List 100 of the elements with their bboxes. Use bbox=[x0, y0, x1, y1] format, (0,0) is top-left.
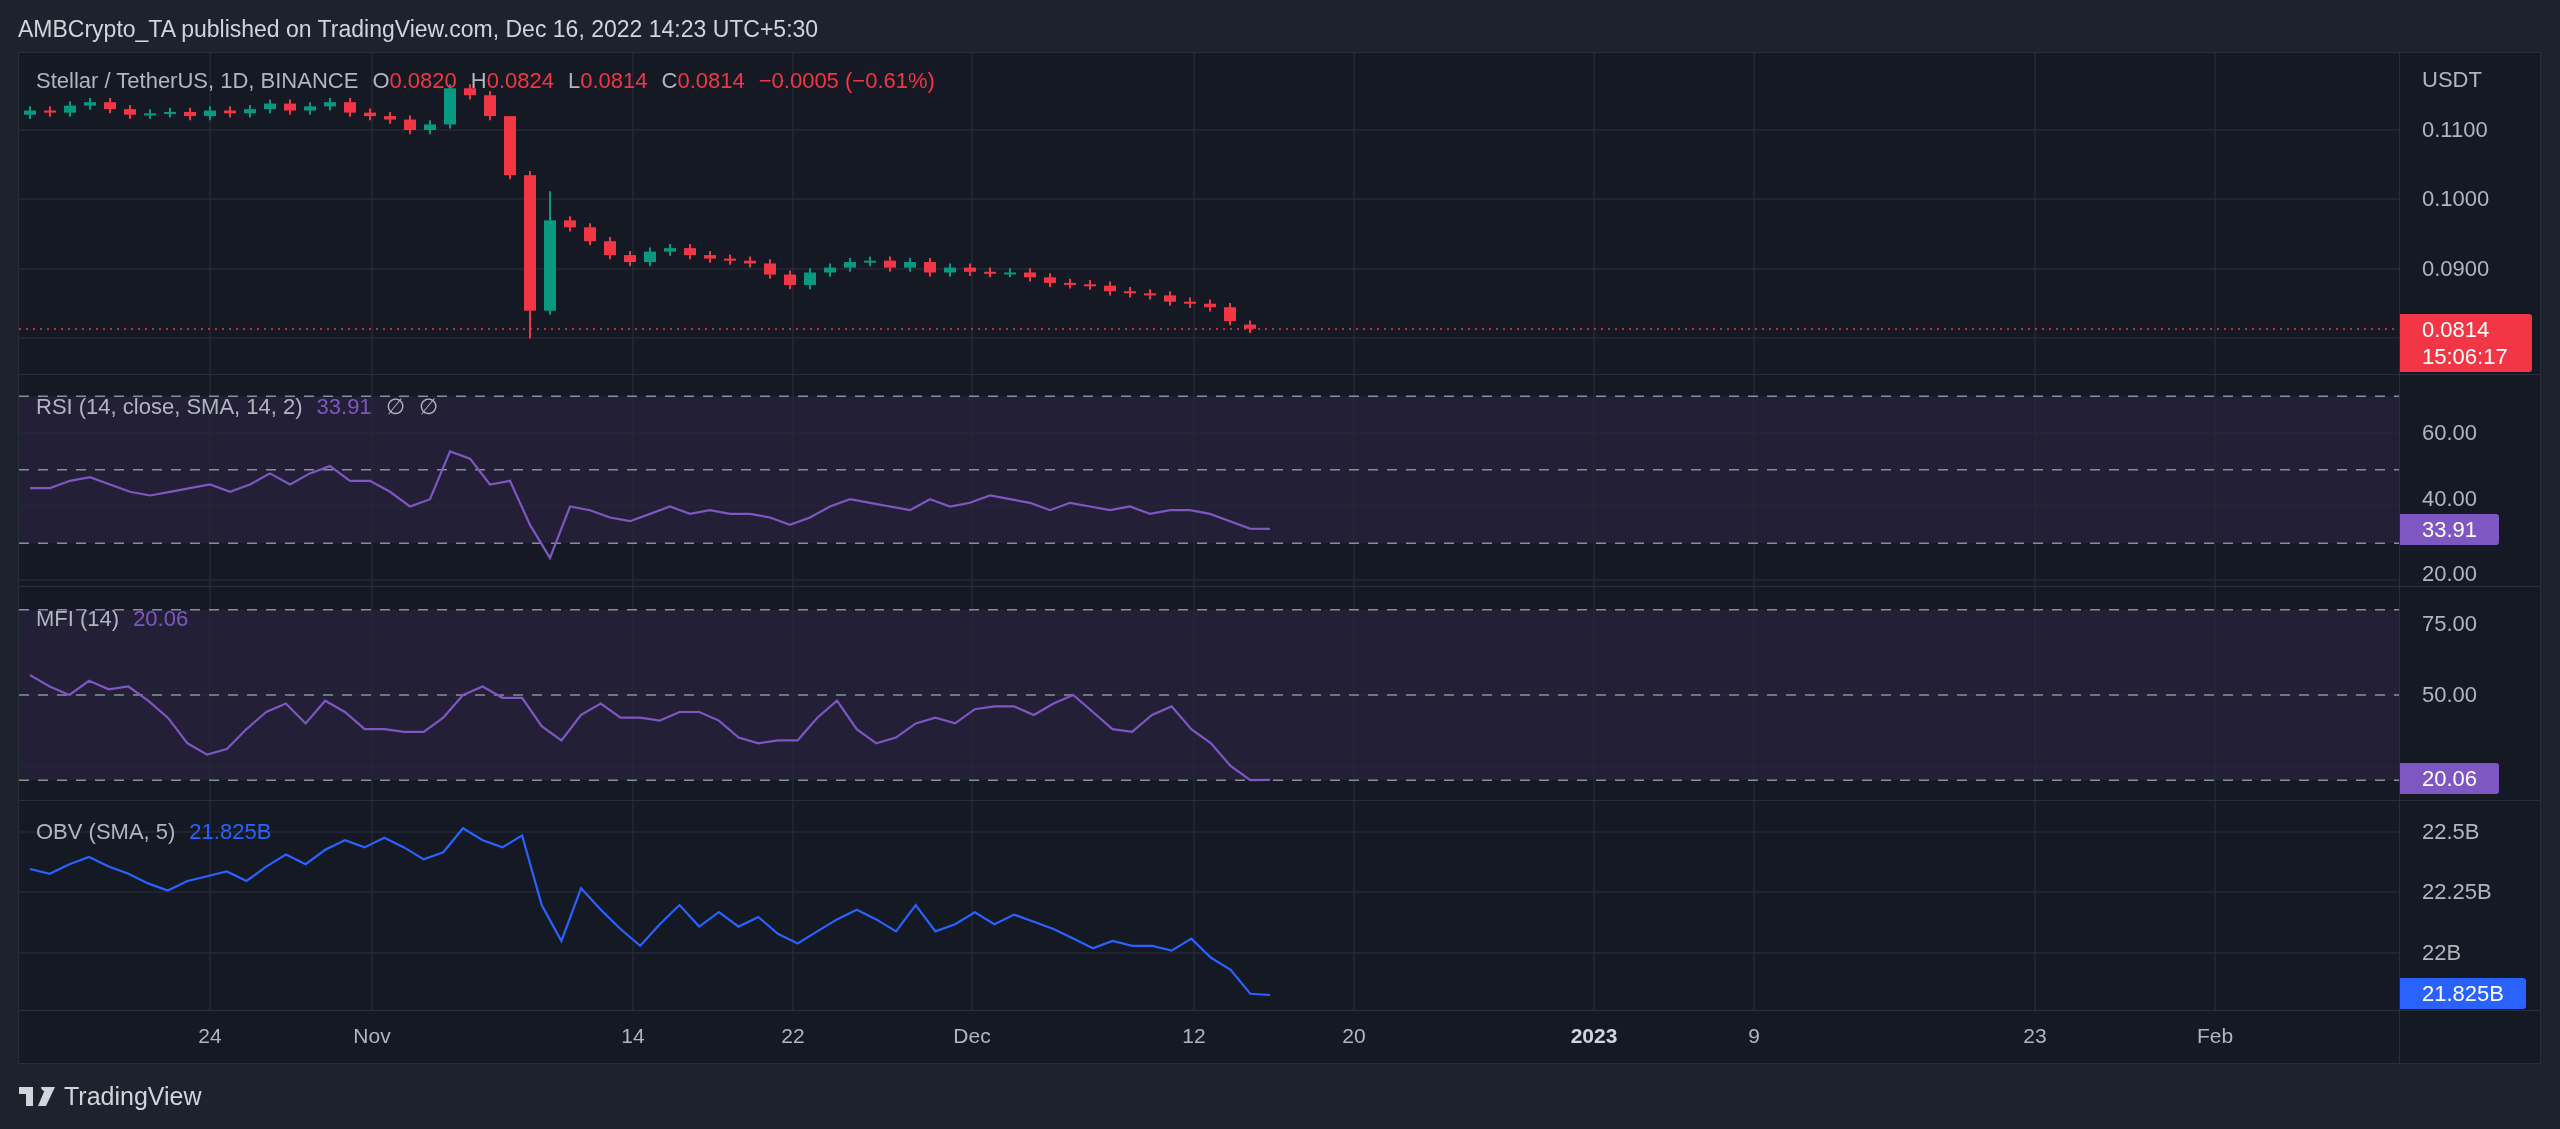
candlestick bbox=[1184, 296, 1196, 309]
indicator-value: 33.91 bbox=[316, 393, 372, 421]
candlestick bbox=[744, 255, 756, 269]
tradingview-logo-icon bbox=[19, 1086, 55, 1106]
indicator-value: ∅ bbox=[418, 393, 438, 421]
candlestick bbox=[844, 256, 856, 273]
candlestick bbox=[664, 243, 676, 257]
candlestick bbox=[224, 105, 236, 119]
indicator-title: RSI (14, close, SMA, 14, 2) bbox=[36, 393, 303, 421]
candlestick bbox=[564, 215, 576, 233]
candlestick bbox=[1084, 279, 1096, 291]
candlestick bbox=[964, 262, 976, 277]
time-label: 20 bbox=[1342, 1023, 1366, 1049]
time-label: 24 bbox=[198, 1023, 222, 1049]
candlestick bbox=[1004, 267, 1016, 279]
candlestick bbox=[704, 249, 716, 264]
time-label: Nov bbox=[353, 1023, 391, 1049]
candlestick bbox=[1104, 280, 1116, 297]
axis-label: 22.25B bbox=[2422, 879, 2492, 905]
axis-label: 40.00 bbox=[2422, 486, 2478, 512]
candlestick bbox=[184, 106, 196, 122]
candlestick bbox=[504, 116, 516, 181]
candlestick bbox=[44, 105, 56, 118]
candlestick bbox=[404, 114, 416, 136]
axis-label: 0.1000 bbox=[2422, 186, 2490, 212]
ohlc-value: 0.0824 bbox=[486, 67, 554, 95]
candlestick bbox=[424, 119, 436, 136]
price-change: −0.0005 (−0.61%) bbox=[758, 67, 935, 95]
time-label: 9 bbox=[1748, 1023, 1760, 1049]
ohlc-label: H bbox=[470, 67, 487, 95]
candlestick bbox=[864, 255, 876, 268]
value-tag: 33.91 bbox=[2400, 514, 2500, 545]
time-label: 14 bbox=[621, 1023, 645, 1049]
candlestick bbox=[104, 97, 116, 115]
time-label: Dec bbox=[953, 1023, 991, 1049]
candlestick bbox=[204, 105, 216, 122]
indicator-title: OBV (SMA, 5) bbox=[36, 818, 176, 846]
symbol-title: Stellar / TetherUS, 1D, BINANCE bbox=[36, 67, 359, 95]
candlestick bbox=[1124, 286, 1136, 299]
axis-label: 22B bbox=[2422, 940, 2462, 966]
price-tag-value: 0.0814 bbox=[2422, 316, 2491, 343]
candlestick bbox=[784, 269, 796, 291]
candlestick bbox=[364, 107, 376, 122]
candlestick bbox=[284, 98, 296, 116]
candlestick bbox=[84, 97, 96, 111]
indicator-value: 20.06 bbox=[133, 605, 189, 633]
candlestick bbox=[764, 258, 776, 280]
currency-label: USDT bbox=[2422, 67, 2482, 93]
candlestick bbox=[584, 222, 596, 247]
candlestick bbox=[724, 253, 736, 266]
candlestick bbox=[1144, 288, 1156, 301]
publisher-line: AMBCrypto_TA published on TradingView.com, Dec 16, 2022 14:23 UTC+5:30 bbox=[18, 16, 819, 42]
candlestick bbox=[824, 262, 836, 278]
brand-name: TradingView bbox=[64, 1081, 202, 1111]
indicator-title: MFI (14) bbox=[36, 605, 120, 633]
candlestick bbox=[324, 97, 336, 112]
axis-label: 20.00 bbox=[2422, 561, 2478, 586]
ohlc-value: 0.0820 bbox=[389, 67, 457, 95]
time-label: 12 bbox=[1182, 1023, 1206, 1049]
value-tag: 20.06 bbox=[2400, 763, 2500, 794]
candlestick bbox=[684, 243, 696, 261]
candlestick bbox=[984, 266, 996, 279]
candlestick bbox=[1164, 290, 1176, 307]
indicator-value: 21.825B bbox=[189, 818, 272, 846]
axis-label: 0.0900 bbox=[2422, 256, 2490, 282]
time-label: Feb bbox=[2196, 1023, 2234, 1049]
candlestick bbox=[644, 246, 656, 268]
candlestick bbox=[904, 256, 916, 273]
candlestick bbox=[884, 255, 896, 273]
ohlc-value: 0.0814 bbox=[580, 67, 648, 95]
axis-label: 0.1100 bbox=[2422, 117, 2488, 143]
candlestick bbox=[604, 236, 616, 261]
axis-label: 75.00 bbox=[2422, 611, 2478, 637]
candlestick bbox=[484, 90, 496, 122]
candlestick bbox=[144, 108, 156, 120]
candlestick bbox=[304, 101, 316, 116]
candlestick bbox=[1064, 277, 1076, 290]
countdown-timer: 15:06:17 bbox=[2422, 343, 2509, 370]
ohlc-label: C bbox=[661, 67, 678, 95]
axis-label: 50.00 bbox=[2422, 682, 2478, 708]
candlestick bbox=[624, 249, 636, 268]
candlestick bbox=[264, 98, 276, 115]
candlestick bbox=[64, 100, 76, 118]
time-label: 23 bbox=[2023, 1023, 2047, 1049]
candlestick bbox=[944, 262, 956, 278]
candlestick bbox=[24, 105, 36, 120]
candlestick bbox=[344, 97, 356, 118]
candlestick bbox=[384, 110, 396, 125]
candlestick bbox=[124, 104, 136, 120]
ohlc-value: 0.0814 bbox=[677, 67, 745, 95]
value-tag: 21.825B bbox=[2400, 978, 2526, 1009]
candlestick bbox=[244, 104, 256, 119]
candlestick bbox=[164, 106, 176, 119]
time-label: 22 bbox=[781, 1023, 805, 1049]
ohlc-label: O bbox=[372, 67, 390, 95]
time-label: 2023 bbox=[1570, 1023, 1618, 1049]
indicator-value: ∅ bbox=[385, 393, 405, 421]
axis-label: 60.00 bbox=[2422, 420, 2478, 446]
ohlc-label: L bbox=[568, 67, 581, 95]
candlestick bbox=[804, 267, 816, 291]
